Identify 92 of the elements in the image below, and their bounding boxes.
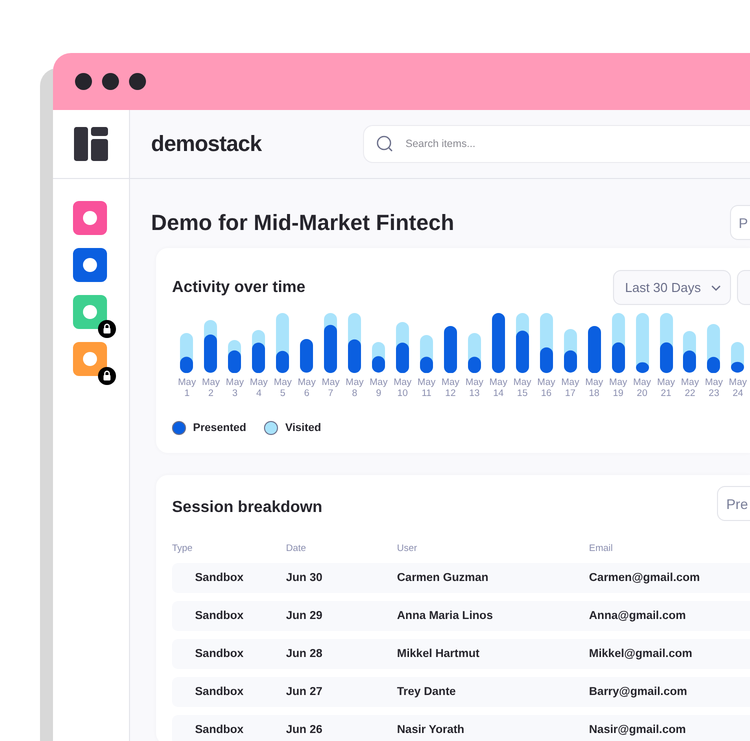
- chevron-down-icon: [710, 284, 721, 290]
- axis-label: May 8: [346, 377, 364, 399]
- axis-label: May 16: [537, 377, 556, 399]
- legend-label: Visited: [285, 422, 322, 434]
- table-cell: Nasir Yorath: [397, 715, 589, 741]
- lock-icon: [98, 367, 116, 385]
- page-action-button[interactable]: P: [730, 205, 750, 240]
- axis-label: May 11: [418, 377, 436, 399]
- axis-label: May 21: [657, 377, 676, 399]
- axis-label: May 2: [202, 377, 220, 399]
- activity-bar: [276, 313, 290, 373]
- table-cell: Carmen Guzman: [397, 563, 589, 593]
- axis-label: May 15: [513, 377, 532, 399]
- activity-bar: [516, 313, 529, 373]
- axis-label: May 13: [465, 377, 484, 399]
- axis-label: May 17: [561, 377, 580, 399]
- column-header: Type: [172, 543, 194, 555]
- page-title: Demo for Mid-Market Fintech: [151, 210, 454, 236]
- activity-bar: [707, 324, 720, 373]
- activity-bar: [683, 331, 696, 373]
- sessions-action-button[interactable]: Pre: [717, 486, 750, 521]
- activity-bar: [564, 329, 577, 373]
- axis-label: May 7: [322, 377, 340, 399]
- table-cell: Jun 26: [286, 715, 397, 741]
- activity-bar: [300, 339, 314, 373]
- table-cell: Jun 28: [286, 639, 397, 669]
- activity-bar: [396, 322, 410, 373]
- activity-bar: [612, 313, 625, 373]
- window-dot[interactable]: [129, 73, 146, 90]
- date-range-dropdown[interactable]: Last 30 Days: [613, 270, 731, 305]
- column-header: Date: [286, 543, 308, 555]
- layout-logo-icon[interactable]: [74, 127, 108, 161]
- activity-bar: [492, 313, 505, 373]
- table-cell: Nasir@gmail.com: [589, 715, 750, 741]
- axis-label: May 14: [489, 377, 508, 399]
- table-cell: Jun 30: [286, 563, 397, 593]
- activity-bar: [252, 330, 266, 373]
- card-title: Session breakdown: [172, 498, 322, 516]
- activity-bar: [588, 326, 601, 373]
- axis-label: May 20: [633, 377, 652, 399]
- axis-label: May 22: [681, 377, 699, 399]
- axis-label: May 18: [585, 377, 604, 399]
- axis-label: May 10: [394, 377, 412, 399]
- column-header: Email: [589, 543, 614, 555]
- search-field[interactable]: Search items...: [363, 125, 750, 163]
- table-cell: Sandbox: [172, 563, 286, 593]
- axis-label: May 12: [441, 377, 460, 399]
- activity-bar: [444, 326, 457, 373]
- activity-bar: [204, 320, 218, 373]
- table-cell: Mikkel@gmail.com: [589, 639, 750, 669]
- sidebar-app-icon[interactable]: [73, 342, 107, 376]
- activity-bar: [348, 313, 362, 373]
- axis-label: May 3: [226, 377, 244, 399]
- activity-bar: [468, 332, 481, 373]
- axis-label: May 1: [178, 377, 196, 399]
- activity-bar: [420, 334, 433, 373]
- brand-name: demostack: [151, 131, 262, 157]
- search-icon: [376, 135, 394, 153]
- axis-label: May 6: [298, 377, 316, 399]
- axis-label: May 4: [250, 377, 268, 399]
- table-cell: Barry@gmail.com: [589, 677, 750, 707]
- table-cell: Mikkel Hartmut: [397, 639, 589, 669]
- window-dot[interactable]: [102, 73, 119, 90]
- activity-bar: [324, 313, 338, 373]
- axis-label: May 19: [609, 377, 628, 399]
- axis-label: May 24: [728, 377, 747, 399]
- table-cell: Carmen@gmail.com: [589, 563, 750, 593]
- axis-label: May 9: [370, 377, 388, 399]
- table-cell: Sandbox: [172, 677, 286, 707]
- activity-bar: [731, 342, 744, 373]
- table-cell: Sandbox: [172, 639, 286, 669]
- activity-bar: [540, 313, 553, 373]
- table-cell: Anna@gmail.com: [589, 601, 750, 631]
- table-cell: Jun 29: [286, 601, 397, 631]
- activity-bar: [660, 313, 673, 373]
- activity-bar: [180, 332, 194, 373]
- activity-bar: [228, 340, 242, 373]
- table-cell: Anna Maria Linos: [397, 601, 589, 631]
- table-cell: Jun 27: [286, 677, 397, 707]
- legend-label: Presented: [193, 422, 246, 434]
- axis-label: May 5: [274, 377, 292, 399]
- column-header: User: [397, 543, 418, 555]
- sidebar-app-icon[interactable]: [73, 295, 107, 329]
- card-title: Activity over time: [172, 278, 306, 296]
- table-cell: Sandbox: [172, 715, 286, 741]
- window-dot[interactable]: [75, 73, 92, 90]
- activity-bar: [636, 313, 649, 373]
- table-cell: Sandbox: [172, 601, 286, 631]
- table-cell: Trey Dante: [397, 677, 589, 707]
- axis-label: May 23: [704, 377, 723, 399]
- lock-icon: [98, 320, 116, 338]
- activity-bar: [372, 342, 386, 373]
